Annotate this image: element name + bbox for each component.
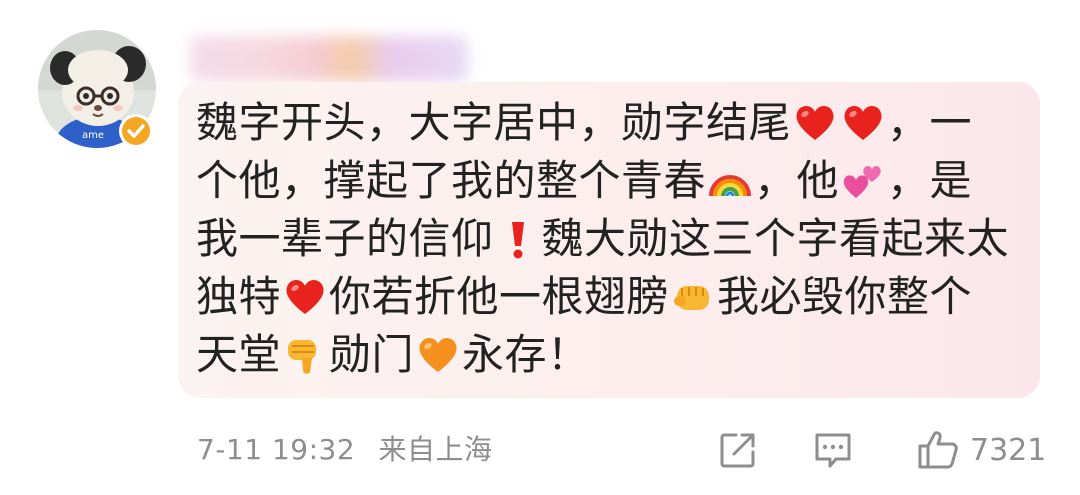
comment-line: 天堂 勋门 永存！ xyxy=(196,326,1020,384)
comment-text: 魏字开头，大字居中，勋字结尾 xyxy=(196,98,792,147)
red-heart-emoji xyxy=(840,100,886,146)
comment-text: 永存！ xyxy=(462,330,590,379)
svg-text:ame: ame xyxy=(82,130,104,141)
rainbow-emoji xyxy=(707,158,753,204)
comment-text: 天堂 xyxy=(196,330,282,379)
fist-emoji xyxy=(670,274,716,320)
comment-bubble: 魏字开头，大字居中，勋字结尾 ，一 个他，撑起了我的整个青春 ，他 ，是 我一辈… xyxy=(178,82,1040,398)
comment-line: 我一辈子的信仰 魏大勋这三个字看起来太 xyxy=(196,210,1020,268)
comment-line: 魏字开头，大字居中，勋字结尾 ，一 xyxy=(196,94,1020,152)
verified-badge-icon xyxy=(118,113,154,149)
comment-line: 独特 你若折他一根翅膀 我必毁你整个 xyxy=(196,268,1020,326)
comment-text: ，一 xyxy=(887,98,973,147)
two-hearts-emoji xyxy=(840,158,886,204)
comment-text: 我必毁你整个 xyxy=(717,272,973,321)
like-count: 7321 xyxy=(970,432,1047,468)
comment-text: 勋门 xyxy=(329,330,415,379)
share-icon xyxy=(718,430,758,470)
comment-text: ，他 xyxy=(754,156,840,205)
exclamation-emoji xyxy=(495,216,541,262)
like-button[interactable]: 7321 xyxy=(906,428,1046,472)
post-meta: 7-11 19:32 来自上海 xyxy=(197,428,493,468)
like-icon xyxy=(916,428,960,472)
comment-text: 你若折他一根翅膀 xyxy=(329,272,670,321)
comment-text: 魏大勋这三个字看起来太 xyxy=(541,214,1010,263)
comment-text: ，是 xyxy=(887,156,973,205)
comment-text: 我一辈子的信仰 xyxy=(196,214,494,263)
username-blurred[interactable] xyxy=(190,36,468,82)
comment-text: 独特 xyxy=(196,272,282,321)
thumbs-down-emoji xyxy=(282,332,328,378)
comment-icon xyxy=(812,429,854,471)
location: 来自上海 xyxy=(378,433,493,466)
comment-line: 个他，撑起了我的整个青春 ，他 ，是 xyxy=(196,152,1020,210)
comment-text: 个他，撑起了我的整个青春 xyxy=(196,156,707,205)
comment-button[interactable] xyxy=(812,428,854,472)
orange-heart-emoji xyxy=(415,332,461,378)
red-heart-emoji xyxy=(792,100,838,146)
share-button[interactable] xyxy=(718,428,758,472)
timestamp: 7-11 19:32 xyxy=(197,433,356,466)
red-heart-emoji xyxy=(282,274,328,320)
